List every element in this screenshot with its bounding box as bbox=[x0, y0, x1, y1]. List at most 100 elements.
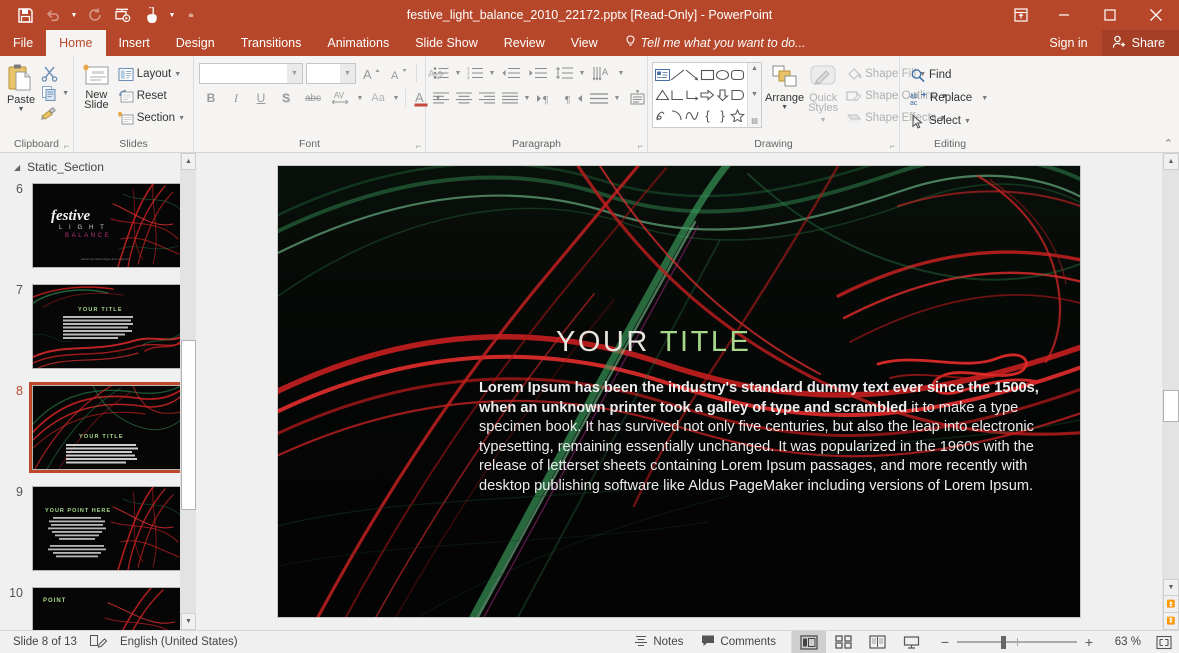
new-slide-button[interactable]: New Slide bbox=[79, 61, 114, 111]
decrease-font-size-icon[interactable]: A bbox=[386, 62, 410, 84]
change-case-button[interactable]: Aa bbox=[366, 87, 390, 109]
character-spacing-button[interactable]: AV bbox=[328, 87, 354, 109]
text-ltr-icon[interactable]: ¶ bbox=[533, 87, 559, 109]
thumbnail-slide-10[interactable]: 10 POINT bbox=[4, 584, 196, 630]
touch-mode-dropdown-icon[interactable]: ▼ bbox=[166, 3, 178, 27]
previous-slide-icon[interactable]: ⏫ bbox=[1163, 596, 1179, 613]
section-button[interactable]: Section ▼ bbox=[114, 107, 189, 129]
change-case-dropdown-icon[interactable]: ▼ bbox=[391, 87, 401, 109]
tab-slide-show[interactable]: Slide Show bbox=[402, 30, 491, 56]
italic-button[interactable]: I bbox=[224, 87, 248, 109]
customize-quick-access-icon[interactable]: ⩧ bbox=[180, 3, 202, 27]
thumbnail-scroll-track[interactable] bbox=[181, 170, 196, 613]
slide-show-view-button[interactable] bbox=[894, 631, 928, 653]
slide-scroll-down-icon[interactable]: ▼ bbox=[1163, 579, 1179, 596]
convert-smartart-dropdown-icon[interactable]: ▼ bbox=[612, 87, 622, 109]
shape-left-brace-icon[interactable]: { bbox=[700, 105, 715, 125]
shapes-gallery[interactable]: { } ▲ ▼ ▤ bbox=[652, 62, 762, 128]
tab-transitions[interactable]: Transitions bbox=[228, 30, 315, 56]
section-header[interactable]: ◢ Static_Section bbox=[0, 153, 196, 180]
shape-elbow-arrow-icon[interactable] bbox=[685, 85, 700, 105]
tab-design[interactable]: Design bbox=[163, 30, 228, 56]
shape-scribble-icon[interactable] bbox=[655, 105, 670, 125]
thumbnail-scroll-down-icon[interactable]: ▼ bbox=[181, 613, 196, 630]
layout-dropdown-icon[interactable]: ▼ bbox=[174, 71, 181, 78]
shape-textbox-icon[interactable] bbox=[655, 65, 670, 85]
ribbon-display-options-icon[interactable] bbox=[1001, 0, 1041, 30]
shape-rectangle-icon[interactable] bbox=[700, 65, 715, 85]
slide-scrollbar[interactable]: ▲ ▼ ⏫ ⏬ bbox=[1162, 153, 1179, 630]
convert-smartart-icon[interactable] bbox=[587, 87, 611, 109]
zoom-slider-handle[interactable] bbox=[1001, 636, 1006, 649]
comments-button[interactable]: Comments bbox=[692, 631, 785, 653]
copy-dropdown-icon[interactable]: ▼ bbox=[62, 90, 69, 97]
normal-view-button[interactable] bbox=[792, 630, 826, 653]
align-right-icon[interactable] bbox=[476, 87, 498, 109]
tab-home[interactable]: Home bbox=[46, 30, 106, 56]
gallery-scroll-up-icon[interactable]: ▲ bbox=[751, 65, 758, 72]
minimize-icon[interactable] bbox=[1041, 0, 1087, 30]
shape-right-brace-icon[interactable]: } bbox=[715, 105, 730, 125]
tell-me-search[interactable]: Tell me what you want to do... bbox=[611, 30, 816, 56]
cut-icon[interactable] bbox=[36, 64, 62, 83]
shape-pentagon-flow-icon[interactable] bbox=[730, 85, 745, 105]
select-button[interactable]: Select ▼ bbox=[906, 110, 975, 132]
thumbnail-list[interactable]: 6 festive L I G H T BALANCE Awesome Slid… bbox=[0, 180, 196, 630]
section-collapse-icon[interactable]: ◢ bbox=[14, 163, 20, 172]
slide-scroll-up-icon[interactable]: ▲ bbox=[1163, 153, 1179, 170]
paste-dropdown-icon[interactable]: ▼ bbox=[18, 106, 25, 114]
bold-button[interactable]: B bbox=[199, 87, 223, 109]
layout-button[interactable]: Layout ▼ bbox=[114, 63, 189, 85]
font-name-dropdown-icon[interactable]: ▼ bbox=[287, 63, 302, 83]
font-size-dropdown-icon[interactable]: ▼ bbox=[340, 63, 355, 83]
select-dropdown-icon[interactable]: ▼ bbox=[964, 118, 971, 125]
tab-file[interactable]: File bbox=[0, 30, 46, 56]
collapse-ribbon-icon[interactable]: ⌃ bbox=[1164, 137, 1173, 150]
copy-icon[interactable] bbox=[36, 84, 62, 103]
quick-styles-button[interactable]: Quick Styles ▼ bbox=[807, 62, 839, 126]
line-spacing-icon[interactable] bbox=[552, 62, 576, 84]
shape-rounded-rect-icon[interactable] bbox=[730, 65, 745, 85]
close-icon[interactable] bbox=[1133, 0, 1179, 30]
paste-button[interactable]: Paste ▼ bbox=[6, 61, 36, 114]
shapes-gallery-scrollbar[interactable]: ▲ ▼ ▤ bbox=[747, 63, 761, 127]
line-spacing-dropdown-icon[interactable]: ▼ bbox=[577, 62, 587, 84]
section-dropdown-icon[interactable]: ▼ bbox=[178, 115, 185, 122]
text-rtl-icon[interactable]: ¶ bbox=[560, 87, 586, 109]
maximize-icon[interactable] bbox=[1087, 0, 1133, 30]
shape-down-arrow-icon[interactable] bbox=[715, 85, 730, 105]
arrange-dropdown-icon[interactable]: ▼ bbox=[781, 104, 788, 112]
replace-button[interactable]: ab ac Replace ▼ bbox=[906, 87, 992, 109]
start-presentation-icon[interactable] bbox=[110, 3, 136, 27]
shape-triangle-icon[interactable] bbox=[655, 85, 670, 105]
shape-elbow-connector-icon[interactable] bbox=[670, 85, 685, 105]
strikethrough-button[interactable]: abc bbox=[299, 87, 327, 109]
thumbnail-slide-7[interactable]: 7 YOUR TITLE bbox=[4, 281, 196, 372]
text-shadow-button[interactable]: S bbox=[274, 87, 298, 109]
arrange-button[interactable]: Arrange ▼ bbox=[765, 62, 804, 112]
slide-scroll-track[interactable] bbox=[1163, 170, 1179, 579]
notes-button[interactable]: Notes bbox=[625, 631, 692, 653]
tab-review[interactable]: Review bbox=[491, 30, 558, 56]
spell-check-icon[interactable] bbox=[89, 634, 108, 651]
align-text-icon[interactable] bbox=[624, 87, 650, 109]
text-direction-dropdown-icon[interactable]: ▼ bbox=[616, 62, 626, 84]
underline-button[interactable]: U bbox=[249, 87, 273, 109]
language-indicator[interactable]: English (United States) bbox=[120, 636, 238, 648]
sign-in-button[interactable]: Sign in bbox=[1035, 30, 1101, 56]
fit-to-window-button[interactable] bbox=[1149, 635, 1179, 650]
character-spacing-dropdown-icon[interactable]: ▼ bbox=[355, 87, 365, 109]
increase-font-size-icon[interactable]: A bbox=[359, 62, 383, 84]
thumbnail-slide-6[interactable]: 6 festive L I G H T BALANCE Awesome Slid… bbox=[4, 180, 196, 271]
bullets-dropdown-icon[interactable]: ▼ bbox=[453, 62, 463, 84]
tab-insert[interactable]: Insert bbox=[106, 30, 163, 56]
next-slide-icon[interactable]: ⏬ bbox=[1163, 613, 1179, 630]
reading-view-button[interactable] bbox=[860, 631, 894, 653]
gallery-scroll-down-icon[interactable]: ▼ bbox=[751, 91, 758, 98]
slide-sorter-view-button[interactable] bbox=[826, 631, 860, 653]
drawing-dialog-launcher-icon[interactable]: ⌐ bbox=[890, 139, 895, 154]
undo-icon[interactable] bbox=[40, 3, 66, 27]
justify-icon[interactable] bbox=[499, 87, 521, 109]
touch-mode-icon[interactable] bbox=[138, 3, 164, 27]
tab-animations[interactable]: Animations bbox=[314, 30, 402, 56]
